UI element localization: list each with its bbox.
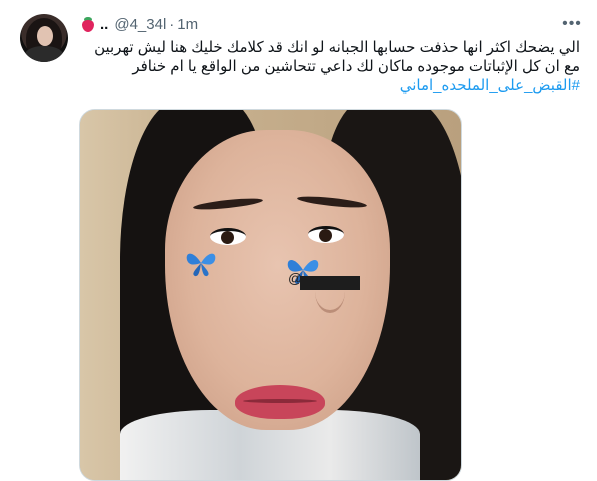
eye-left xyxy=(210,228,246,245)
strawberry-icon xyxy=(80,16,96,32)
image-lips xyxy=(235,385,325,419)
tweet-text: الي يضحك اكثر انها حذفت حسابها الجبانه ل… xyxy=(80,38,580,95)
tweet-text-line-2: مع ان كل الإثباتات موجوده ماكان لك داعي … xyxy=(132,58,580,75)
eyebrow-right xyxy=(296,194,368,210)
display-name[interactable]: .. xyxy=(100,16,108,33)
separator: · xyxy=(169,15,175,33)
tweet-text-line-1: الي يضحك اكثر انها حذفت حسابها الجبانه ل… xyxy=(94,39,580,56)
avatar[interactable] xyxy=(20,14,68,62)
user-handle[interactable]: @4_34l xyxy=(114,16,166,33)
timestamp[interactable]: 1m xyxy=(177,16,198,33)
image-redaction-bar xyxy=(300,276,360,290)
butterfly-sticker-left xyxy=(186,253,216,277)
eye-right xyxy=(308,226,344,243)
tweet-image[interactable]: @ xyxy=(79,109,462,481)
avatar-body xyxy=(24,46,64,62)
tweet-header: .. @4_34l · 1m xyxy=(80,14,198,34)
tweet[interactable]: .. @4_34l · 1m ••• الي يضحك اكثر انها حذ… xyxy=(0,0,597,481)
more-options-icon[interactable]: ••• xyxy=(560,12,584,36)
hashtag-link[interactable]: #القبض_على_الملحده_اماني xyxy=(400,77,580,94)
eyebrow-left xyxy=(192,196,264,212)
avatar-face xyxy=(37,26,53,46)
